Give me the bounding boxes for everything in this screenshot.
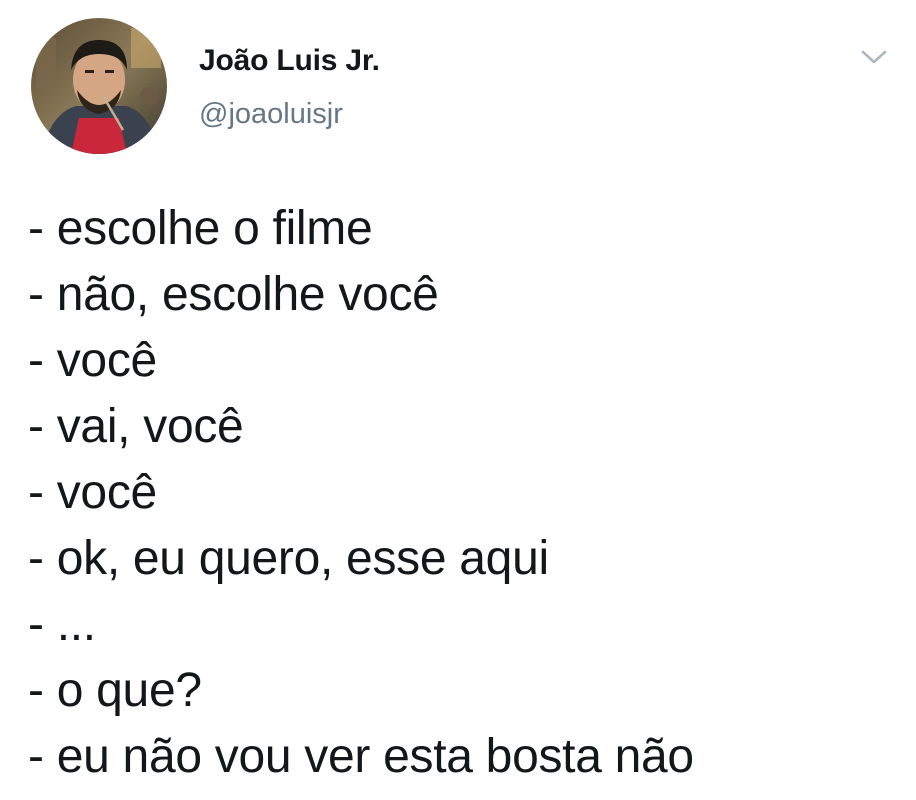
tweet-card: João Luis Jr. @joaoluisjr - escolhe o fi… — [0, 0, 916, 800]
avatar-photo — [31, 18, 167, 154]
tweet-line: - você — [28, 466, 157, 519]
tweet-text: - escolhe o filme - não, escolhe você - … — [28, 196, 908, 790]
author-handle[interactable]: @joaoluisjr — [199, 98, 343, 131]
tweet-line: - eu não vou ver esta bosta não — [28, 730, 694, 783]
tweet-line: - não, escolhe você — [28, 268, 439, 321]
chevron-down-icon[interactable] — [858, 46, 890, 68]
author-display-name[interactable]: João Luis Jr. — [199, 44, 380, 78]
avatar[interactable] — [31, 18, 167, 154]
tweet-line: - ok, eu quero, esse aqui — [28, 532, 549, 585]
tweet-line: - o que? — [28, 664, 202, 717]
tweet-line: - vai, você — [28, 400, 244, 453]
tweet-line: - escolhe o filme — [28, 202, 373, 255]
tweet-line: - ... — [28, 598, 96, 651]
tweet-line: - você — [28, 334, 157, 387]
